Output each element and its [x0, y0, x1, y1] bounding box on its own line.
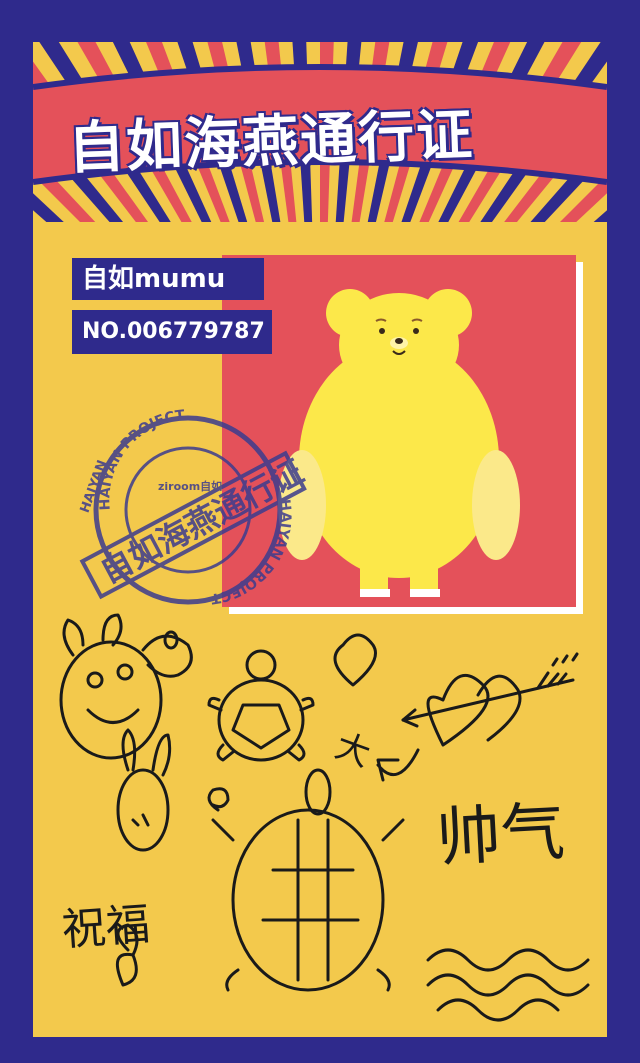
spiral-doodle [207, 787, 230, 812]
doodles-area: 祝福 帅气 大 [59, 613, 590, 1022]
handsome-text: 帅气 [435, 795, 567, 876]
check-arrow-doodle [376, 748, 420, 782]
wavy-lines-doodle [426, 948, 590, 1022]
pass-card-page: 自如海燕通行证 自如mumu NO.006779787 HAIYAN PROJE… [0, 0, 640, 1063]
hearts-arrow-doodle [401, 652, 579, 747]
haiyan-stamp: HAIYAN PROJECT HAIYAN PROJECT HAIYAN zir… [78, 407, 310, 606]
blessing-text: 祝福 [60, 899, 151, 956]
badge-number: NO.006779787 [72, 310, 272, 354]
stamp-ring-top-text: HAIYAN PROJECT [97, 407, 186, 510]
rabbit-doodle [116, 728, 172, 852]
big-turtle-doodle [211, 768, 405, 992]
pig-doodle [59, 613, 193, 760]
big-char-text: 大 [330, 726, 376, 775]
badge-name: 自如mumu [72, 258, 264, 300]
small-turtle-doodle [207, 649, 315, 762]
heart-doodle [333, 633, 377, 687]
